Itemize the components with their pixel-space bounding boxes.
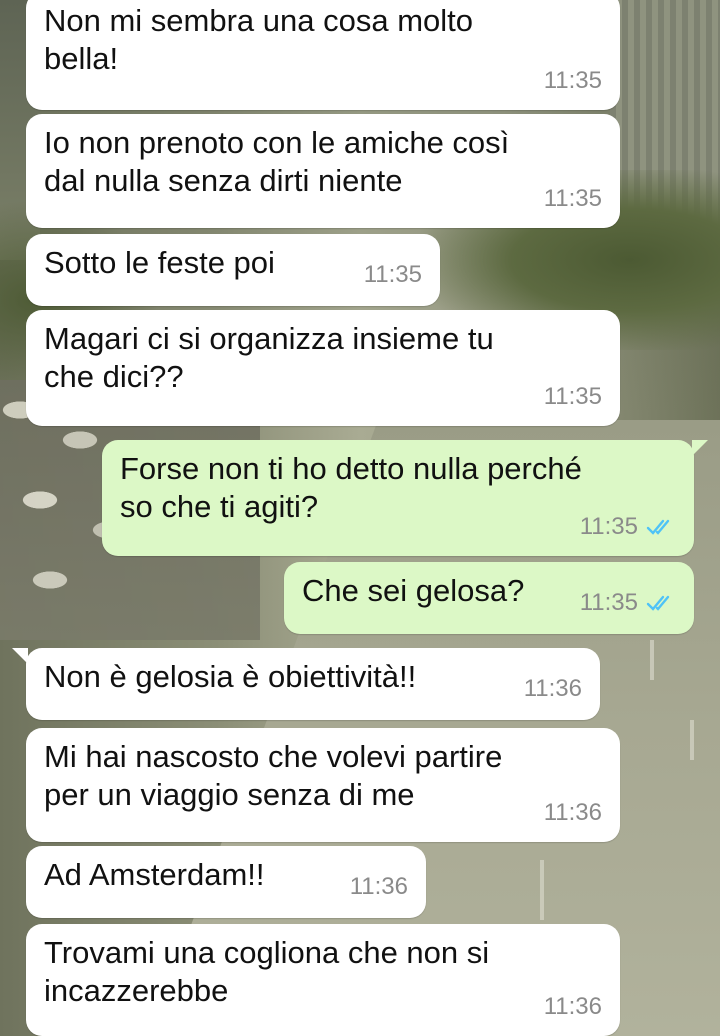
message-timestamp: 11:35 xyxy=(543,185,602,212)
message-timestamp: 11:35 xyxy=(543,383,602,410)
message-text: Io non prenoto con le amiche così dal nu… xyxy=(44,125,510,198)
message-bubble-incoming[interactable]: Sotto le feste poi 11:35 xyxy=(26,234,440,306)
message-meta: 11:35 xyxy=(580,584,676,622)
message-meta: 11:36 xyxy=(350,868,408,906)
message-text: Che sei gelosa? xyxy=(302,573,525,608)
double-check-icon xyxy=(646,594,676,612)
message-text: Non mi sembra una cosa molto bella! xyxy=(44,3,474,76)
bubble-tail xyxy=(692,440,708,456)
message-bubble-incoming[interactable]: Trovami una cogliona che non si incazzer… xyxy=(26,924,620,1036)
message-bubble-incoming[interactable]: Mi hai nascosto che volevi partire per u… xyxy=(26,728,620,842)
message-timestamp: 11:35 xyxy=(579,513,638,540)
message-bubble-outgoing[interactable]: Forse non ti ho detto nulla perché so ch… xyxy=(102,440,694,556)
message-timestamp: 11:36 xyxy=(523,675,582,702)
message-timestamp: 11:35 xyxy=(363,261,422,288)
double-check-icon xyxy=(646,518,676,536)
message-meta: 11:36 xyxy=(544,794,602,832)
message-bubble-incoming[interactable]: Ad Amsterdam!! 11:36 xyxy=(26,846,426,918)
message-text: Sotto le feste poi xyxy=(44,245,275,280)
message-meta: 11:36 xyxy=(544,988,602,1026)
message-meta: 11:35 xyxy=(544,378,602,416)
message-timestamp: 11:35 xyxy=(543,67,602,94)
message-text: Magari ci si organizza insieme tu che di… xyxy=(44,321,494,394)
message-timestamp: 11:36 xyxy=(349,873,408,900)
message-bubble-incoming[interactable]: Non mi sembra una cosa molto bella! 11:3… xyxy=(26,0,620,110)
message-meta: 11:35 xyxy=(580,508,676,546)
message-timestamp: 11:36 xyxy=(543,993,602,1020)
message-bubble-incoming[interactable]: Non è gelosia è obiettività!! 11:36 xyxy=(26,648,600,720)
message-meta: 11:35 xyxy=(544,62,602,100)
wallpaper-lane-mark xyxy=(650,640,654,680)
message-bubble-outgoing[interactable]: Che sei gelosa? 11:35 xyxy=(284,562,694,634)
wallpaper-lane-mark xyxy=(540,860,544,920)
message-meta: 11:36 xyxy=(524,670,582,708)
message-text: Forse non ti ho detto nulla perché so ch… xyxy=(120,451,582,524)
message-bubble-incoming[interactable]: Io non prenoto con le amiche così dal nu… xyxy=(26,114,620,228)
message-text: Trovami una cogliona che non si incazzer… xyxy=(44,935,490,1008)
message-text: Ad Amsterdam!! xyxy=(44,857,265,892)
chat-screen: Non mi sembra una cosa molto bella! 11:3… xyxy=(0,0,720,1036)
message-text: Non è gelosia è obiettività!! xyxy=(44,659,417,694)
message-timestamp: 11:36 xyxy=(543,799,602,826)
message-bubble-incoming[interactable]: Magari ci si organizza insieme tu che di… xyxy=(26,310,620,426)
message-text: Mi hai nascosto che volevi partire per u… xyxy=(44,739,503,812)
message-meta: 11:35 xyxy=(364,256,422,294)
wallpaper-lane-mark xyxy=(690,720,694,760)
message-meta: 11:35 xyxy=(544,180,602,218)
message-timestamp: 11:35 xyxy=(579,589,638,616)
